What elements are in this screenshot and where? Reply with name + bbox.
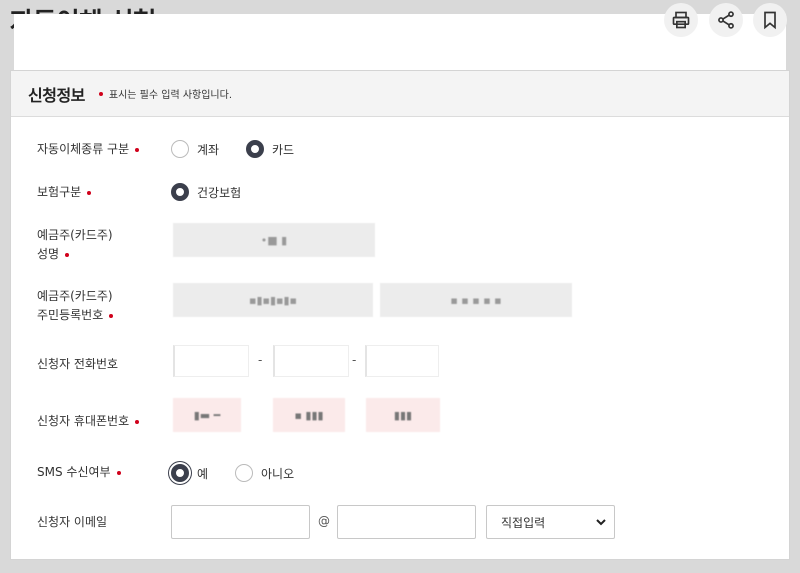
radio-sms-no[interactable]: 아니오 [235,464,294,482]
autopay-type-label: 자동이체종류 구분 [37,140,140,159]
radio-sms-no-label: 아니오 [261,466,295,481]
insurance-type-label: 보험구분 [37,183,92,202]
depositor-id-back-value: ▪ ▪ ▪ ▪ ▪ [450,293,502,307]
phone-part3-input[interactable] [365,345,439,377]
radio-circle[interactable] [171,140,189,158]
email-domain-select[interactable]: 직접입력 [486,505,615,539]
share-button[interactable] [709,3,743,37]
radio-sms-yes-label: 예 [197,466,209,481]
depositor-id-label: 예금주(카드주) 주민등록번호 [37,287,114,325]
depositor-id-front-value: ▪▮▪▮▪▮▪ [249,293,297,307]
email-domain-select-value: 직접입력 [501,515,546,530]
radio-circle[interactable] [246,140,264,158]
section-header: 신청정보 표시는 필수 입력 사항입니다. [11,71,789,117]
mobile-part1-field[interactable]: ▮▬ ━ [173,398,241,432]
depositor-id-label-line2: 주민등록번호 [37,308,104,322]
autopay-type-label-text: 자동이체종류 구분 [37,142,130,156]
insurance-type-label-text: 보험구분 [37,185,82,199]
radio-account[interactable]: 계좌 [171,140,219,158]
email-domain-input[interactable] [337,505,476,539]
mobile-part1-value: ▮▬ ━ [193,408,221,422]
radio-circle[interactable] [171,183,189,201]
applicant-mobile-label: 신청자 휴대폰번호 [37,412,140,431]
bookmark-icon [764,11,776,30]
applicant-phone-label: 신청자 전화번호 [37,355,118,374]
required-dot-icon [135,147,140,152]
email-label-text: 신청자 이메일 [37,515,108,529]
required-dot-icon [109,313,114,318]
share-icon [718,11,734,29]
radio-card[interactable]: 카드 [246,140,294,158]
depositor-id-front-field[interactable]: ▪▮▪▮▪▮▪ [173,283,373,317]
depositor-name-label-line2: 성명 [37,247,60,261]
phone-part1-input[interactable] [173,345,249,377]
required-dot-icon [87,190,92,195]
radio-card-label: 카드 [272,142,295,157]
required-dot-icon [135,419,140,424]
required-note-text: 표시는 필수 입력 사항입니다. [108,90,233,101]
mobile-part2-value: ▪ ▮▮▮ [294,408,324,422]
email-at-sign: @ [318,514,330,528]
depositor-id-back-field[interactable]: ▪ ▪ ▪ ▪ ▪ [380,283,572,317]
radio-account-label: 계좌 [197,142,220,157]
radio-circle[interactable] [235,464,253,482]
radio-health-insurance[interactable]: 건강보험 [171,183,241,201]
print-icon [672,11,690,29]
bookmark-button[interactable] [753,3,787,37]
email-label: 신청자 이메일 [37,513,107,532]
required-dot-icon [116,470,121,475]
phone-part2-input[interactable] [273,345,349,377]
depositor-name-label: 예금주(카드주) 성명 [37,226,113,264]
print-button[interactable] [664,3,698,37]
radio-health-insurance-label: 건강보험 [197,185,242,200]
mobile-part2-field[interactable]: ▪ ▮▮▮ [273,398,345,432]
depositor-name-label-line1: 예금주(카드주) [37,228,113,242]
depositor-name-value: •■ ▮ [260,233,288,247]
required-dot-icon [65,252,70,257]
depositor-id-label-line1: 예금주(카드주) [37,289,113,303]
phone-separator: - [258,353,263,367]
radio-sms-yes[interactable]: 예 [171,464,208,482]
depositor-name-field[interactable]: •■ ▮ [173,223,375,257]
required-note: 표시는 필수 입력 사항입니다. [98,86,233,101]
chevron-down-icon [596,519,606,526]
sms-label: SMS 수신여부 [37,463,121,482]
mobile-part3-field[interactable]: ▮▮▮ [366,398,440,432]
required-dot-icon [98,91,103,96]
application-info-section: 신청정보 표시는 필수 입력 사항입니다. 자동이체종류 구분 계좌 카드 보험… [10,70,790,560]
mobile-part3-value: ▮▮▮ [393,408,413,422]
applicant-phone-label-text: 신청자 전화번호 [37,357,119,371]
email-id-input[interactable] [171,505,310,539]
applicant-mobile-label-text: 신청자 휴대폰번호 [37,414,130,428]
radio-circle[interactable] [171,464,189,482]
sms-label-text: SMS 수신여부 [37,465,111,479]
section-title: 신청정보 [28,85,85,105]
phone-separator: - [352,353,357,367]
